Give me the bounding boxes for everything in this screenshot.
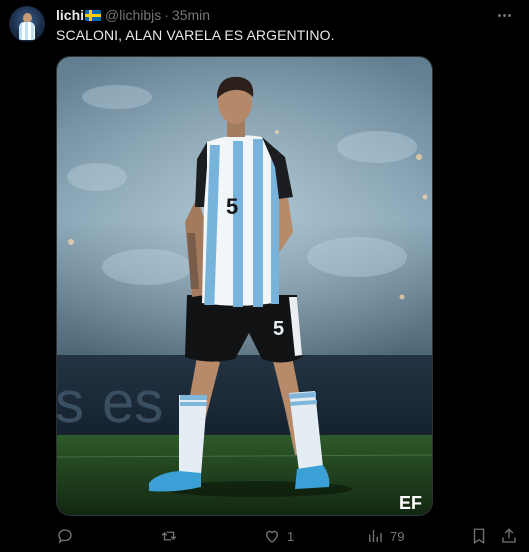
- stadium-ad-text: es: [102, 370, 163, 435]
- avatar[interactable]: [9, 6, 45, 42]
- author-name[interactable]: lichi: [56, 7, 84, 23]
- views-button[interactable]: 79: [366, 526, 404, 546]
- like-button[interactable]: 1: [263, 526, 294, 546]
- more-icon[interactable]: [493, 6, 515, 24]
- like-count: 1: [287, 528, 295, 544]
- timestamp[interactable]: 35min: [172, 7, 210, 23]
- reply-icon: [58, 529, 72, 544]
- svg-text:5: 5: [273, 318, 284, 340]
- views-icon: [369, 530, 382, 542]
- share-icon: [502, 528, 516, 543]
- sweden-flag-icon: [85, 9, 102, 21]
- jersey-number: 5: [226, 194, 238, 219]
- tweet[interactable]: lichi @lichibjs · 35min SCALONI, ALAN VA…: [0, 0, 529, 552]
- like-icon: [266, 530, 278, 543]
- retweet-icon: [161, 531, 177, 541]
- tweet-image[interactable]: es s 5 5 EF: [56, 56, 433, 516]
- tweet-text: SCALONI, ALAN VARELA ES ARGENTINO.: [56, 27, 335, 43]
- reply-button[interactable]: [56, 526, 80, 546]
- bookmark-button[interactable]: [470, 526, 488, 546]
- action-bar: 1 79: [56, 526, 516, 546]
- svg-text:s: s: [57, 370, 84, 435]
- svg-text:EF: EF: [399, 493, 422, 513]
- watermark-logo: EF: [399, 493, 422, 513]
- bookmark-icon: [473, 528, 485, 545]
- tweet-header: lichi @lichibjs · 35min: [56, 6, 210, 24]
- views-count: 79: [390, 528, 405, 544]
- retweet-button[interactable]: [160, 526, 184, 546]
- separator: ·: [164, 7, 169, 23]
- share-button[interactable]: [500, 526, 518, 546]
- author-handle[interactable]: @lichibjs: [105, 7, 161, 23]
